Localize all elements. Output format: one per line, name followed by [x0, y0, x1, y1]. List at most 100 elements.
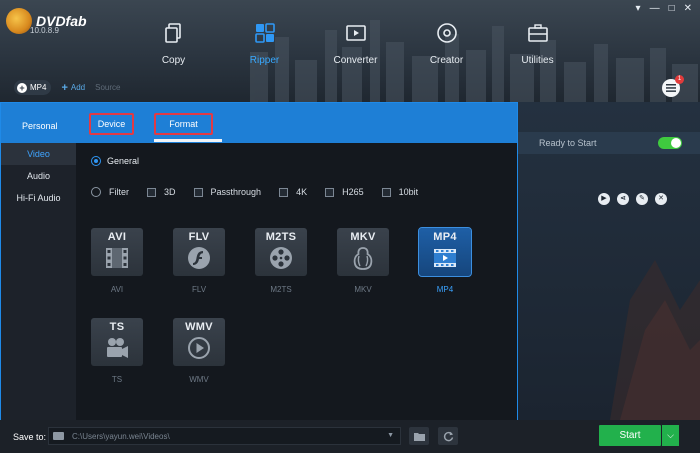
creator-icon: [436, 23, 457, 43]
format-tile[interactable]: MKV: [337, 228, 389, 276]
format-mkv[interactable]: MKV MKV: [337, 228, 389, 294]
tab-format[interactable]: Format: [154, 113, 213, 135]
format-label: MKV: [354, 285, 372, 294]
film-blue-icon: [434, 249, 456, 267]
checkbox-passthrough-label: Passthrough: [210, 187, 262, 197]
chevron-down-icon[interactable]: ▼: [387, 432, 394, 439]
play-icon[interactable]: ▶: [598, 193, 610, 205]
task-controls: ▶ ⋖ ✎ ✕: [598, 193, 667, 205]
flash-icon: [188, 247, 210, 269]
copy-icon: [164, 23, 181, 43]
checkbox-3d-box[interactable]: [147, 187, 156, 197]
filter-radio[interactable]: [91, 187, 101, 197]
format-tile[interactable]: MP4: [418, 227, 472, 277]
format-tile[interactable]: AVI: [91, 228, 143, 276]
task-toggle[interactable]: [658, 137, 682, 149]
tab-device[interactable]: Device: [89, 113, 134, 135]
checkbox-4k-label: 4K: [296, 187, 308, 197]
remove-icon[interactable]: ✕: [655, 193, 667, 205]
task-status: Ready to Start: [539, 138, 597, 148]
ripper-icon: [254, 23, 275, 43]
format-tile[interactable]: M2TS: [255, 228, 307, 276]
sidebar-item-hifi-audio[interactable]: Hi-Fi Audio: [1, 187, 76, 209]
checkbox-4k-box[interactable]: [279, 187, 289, 197]
checkbox-passthrough[interactable]: Passthrough: [193, 187, 262, 197]
start-dropdown-button[interactable]: ⌵: [662, 425, 679, 446]
dropdown-window-icon[interactable]: ▾: [636, 4, 641, 14]
format-label: MP4: [436, 285, 454, 294]
window-controls: ▾ — □ ✕: [636, 4, 692, 14]
folder-open-icon: [413, 432, 425, 441]
converter-icon: [345, 25, 366, 41]
source-button[interactable]: Source: [95, 83, 120, 92]
task-row: Ready to Start: [518, 132, 700, 154]
format-tile[interactable]: WMV: [173, 318, 225, 366]
panel-header: Personal Device Format: [1, 103, 517, 143]
edit-icon[interactable]: ✎: [636, 193, 648, 205]
category-personal[interactable]: Personal: [22, 121, 58, 131]
browse-folder-button[interactable]: [409, 427, 429, 445]
bottom-bar: Save to: C:\Users\yayun.wei\Videos\ ▼ St…: [0, 420, 700, 453]
nav-label: Ripper: [249, 55, 280, 66]
format-tile[interactable]: FLV: [173, 228, 225, 276]
filter-option[interactable]: Filter: [91, 187, 129, 197]
share-icon[interactable]: ⋖: [617, 193, 629, 205]
format-m2ts[interactable]: M2TS M2TS: [255, 228, 307, 294]
output-path-field[interactable]: C:\Users\yayun.wei\Videos\ ▼: [48, 427, 401, 445]
folder-icon: [53, 432, 64, 440]
refresh-button[interactable]: [438, 427, 458, 445]
nav-copy[interactable]: Copy: [128, 22, 219, 66]
checkbox-h265-label: H265: [342, 187, 364, 197]
format-mp4[interactable]: MP4 MP4: [418, 227, 472, 294]
matryoshka-icon: [353, 247, 373, 270]
checkbox-passthrough-box[interactable]: [193, 187, 203, 197]
format-label: FLV: [191, 285, 207, 294]
start-button[interactable]: Start: [599, 425, 661, 446]
format-flv[interactable]: FLV FLV: [173, 228, 225, 294]
checkbox-4k[interactable]: 4K: [279, 187, 307, 197]
maximize-icon[interactable]: □: [669, 4, 675, 14]
profile-selector[interactable]: + MP4: [14, 80, 52, 95]
close-icon[interactable]: ✕: [684, 4, 692, 14]
format-avi[interactable]: AVI AVI: [91, 228, 143, 294]
chevron-down-icon: ⌵: [667, 430, 674, 440]
profile-label: MP4: [30, 83, 47, 92]
nav-creator[interactable]: Creator: [401, 22, 492, 66]
format-panel: Personal Device Format Video Audio Hi-Fi…: [0, 102, 518, 422]
format-content: General Filter 3D Passthrough 4K H265 10…: [76, 143, 517, 421]
nav-ripper[interactable]: Ripper: [219, 22, 310, 66]
camera-icon: [107, 338, 128, 358]
output-path: C:\Users\yayun.wei\Videos\: [72, 431, 170, 441]
format-tile[interactable]: TS: [91, 318, 143, 366]
checkbox-10bit[interactable]: 10bit: [381, 187, 419, 197]
sidebar-item-video[interactable]: Video: [1, 143, 76, 165]
general-radio[interactable]: [91, 156, 101, 166]
checkbox-3d[interactable]: 3D: [147, 187, 176, 197]
format-ts[interactable]: TS TS: [91, 318, 143, 384]
add-button[interactable]: + Add: [61, 82, 85, 94]
general-label: General: [107, 156, 140, 166]
play-circle-icon: [188, 337, 210, 359]
format-title: TS: [109, 321, 125, 333]
plus-icon: +: [17, 82, 27, 93]
format-label: TS: [111, 375, 123, 384]
nav-utilities[interactable]: Utilities: [492, 22, 583, 66]
nav-label: Converter: [333, 55, 378, 66]
format-wmv[interactable]: WMV WMV: [173, 318, 225, 384]
format-label: M2TS: [270, 285, 292, 294]
checkbox-10bit-box[interactable]: [381, 187, 391, 197]
checkbox-h265-box[interactable]: [325, 187, 335, 197]
nav-converter[interactable]: Converter: [310, 22, 401, 66]
sidebar-item-audio[interactable]: Audio: [1, 165, 76, 187]
checkbox-h265[interactable]: H265: [325, 187, 364, 197]
app-version: 10.0.8.9: [30, 26, 59, 35]
dvdfab-logo-icon: [6, 8, 32, 34]
general-option[interactable]: General: [91, 156, 139, 166]
mountain-background: [610, 260, 700, 420]
minimize-icon[interactable]: —: [650, 4, 660, 14]
format-label: AVI: [110, 285, 124, 294]
nav-label: Copy: [161, 55, 186, 66]
checkbox-10bit-label: 10bit: [398, 187, 419, 197]
format-title: M2TS: [265, 231, 297, 243]
format-label: WMV: [189, 375, 209, 384]
